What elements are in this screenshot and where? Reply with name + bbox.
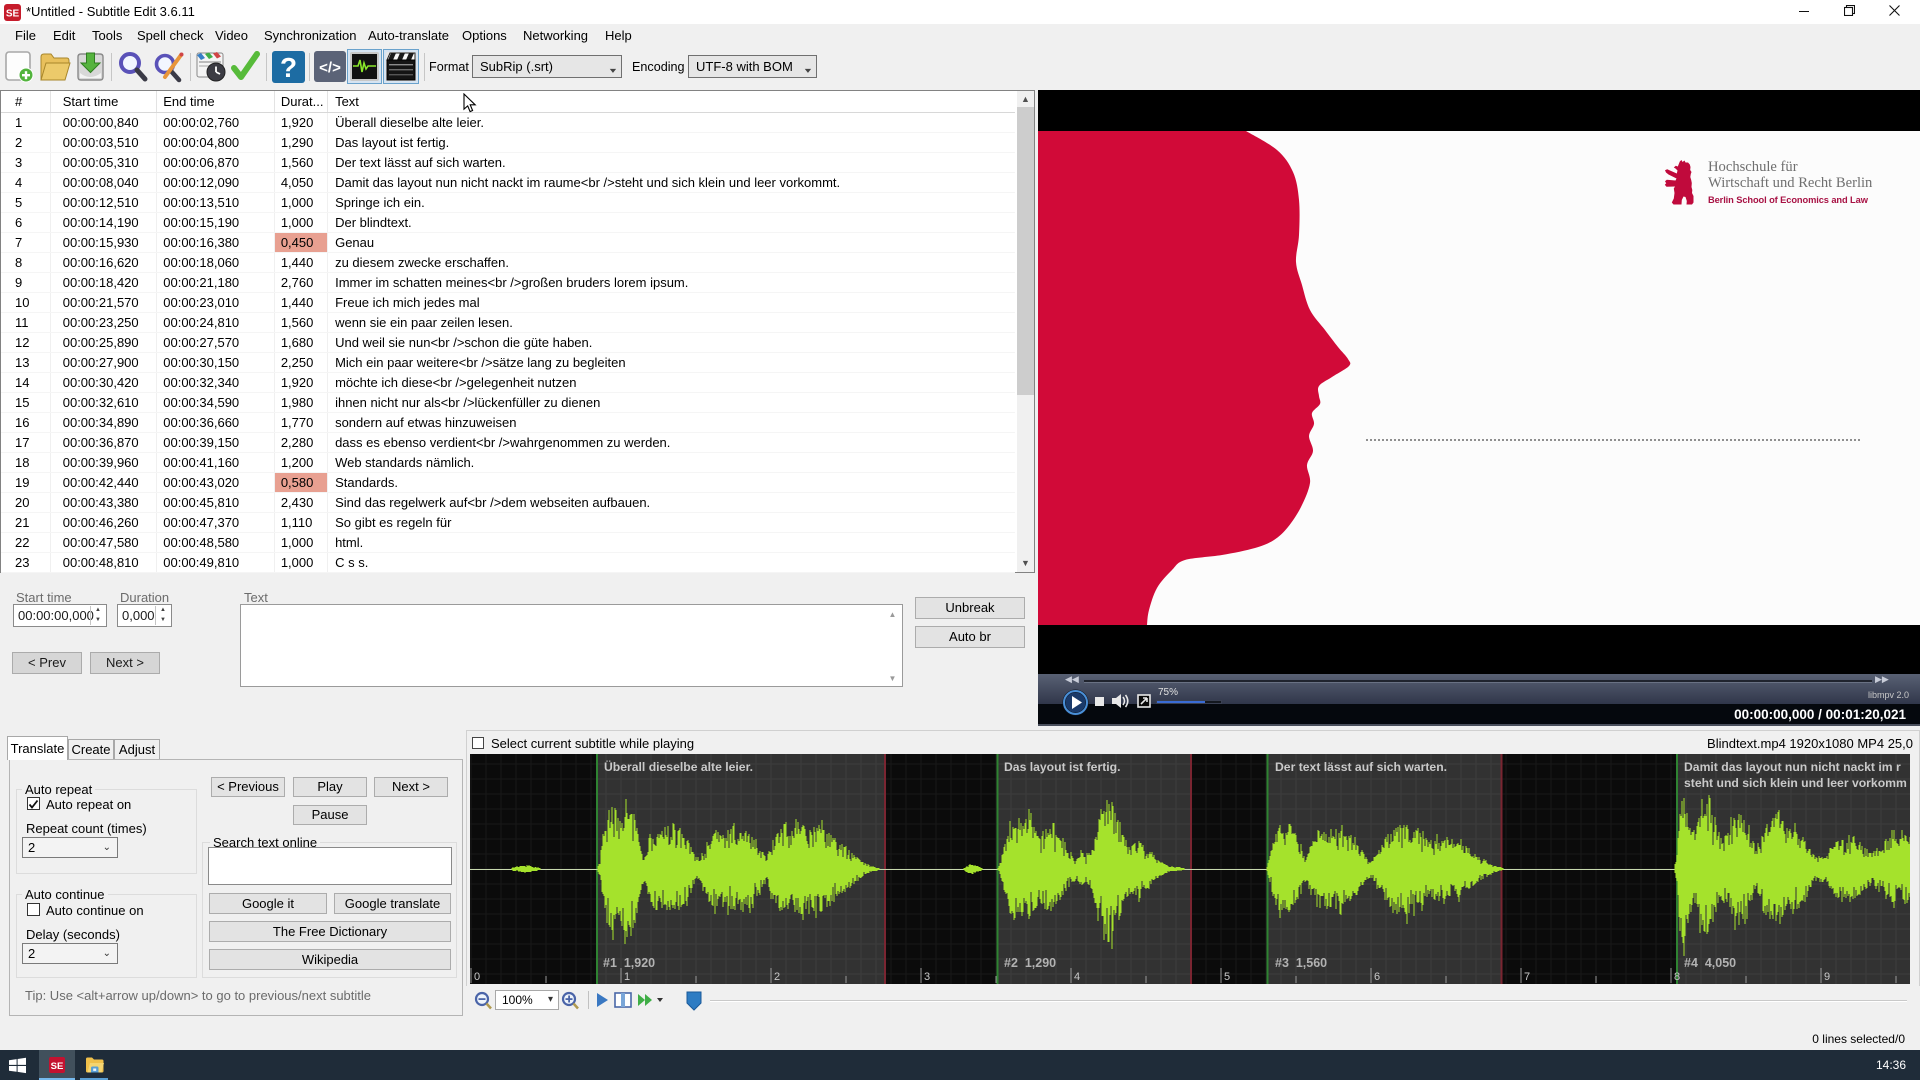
svg-text:#1 1,920: #1 1,920 [603,956,655,970]
svg-text:0: 0 [474,971,480,983]
svg-text:9: 9 [1824,971,1830,983]
svg-text:Der text lässt auf sich warten: Der text lässt auf sich warten. [1275,760,1447,774]
svg-text:#4 4,050: #4 4,050 [1684,956,1736,970]
svg-text:5: 5 [1224,971,1230,983]
svg-text:#3 1,560: #3 1,560 [1275,956,1327,970]
svg-text:steht und sich klein und leer: steht und sich klein und leer vorkomm [1684,776,1907,790]
svg-text:2: 2 [774,971,780,983]
svg-text:Das layout ist fertig.: Das layout ist fertig. [1004,760,1120,774]
svg-text:Überall dieselbe alte leier.: Überall dieselbe alte leier. [604,759,753,774]
svg-text:8: 8 [1674,971,1680,983]
svg-text:6: 6 [1374,971,1380,983]
svg-text:4: 4 [1074,971,1080,983]
svg-text:#2 1,290: #2 1,290 [1004,956,1056,970]
svg-text:3: 3 [924,971,930,983]
svg-text:</>: </> [319,60,341,77]
svg-text:7: 7 [1524,971,1530,983]
svg-text:SE: SE [51,1061,64,1072]
svg-text:1: 1 [624,971,630,983]
svg-text:?: ? [280,52,297,83]
svg-text:Damit das layout nun nicht nac: Damit das layout nun nicht nackt im r [1684,760,1901,774]
svg-text:SE: SE [6,9,20,20]
